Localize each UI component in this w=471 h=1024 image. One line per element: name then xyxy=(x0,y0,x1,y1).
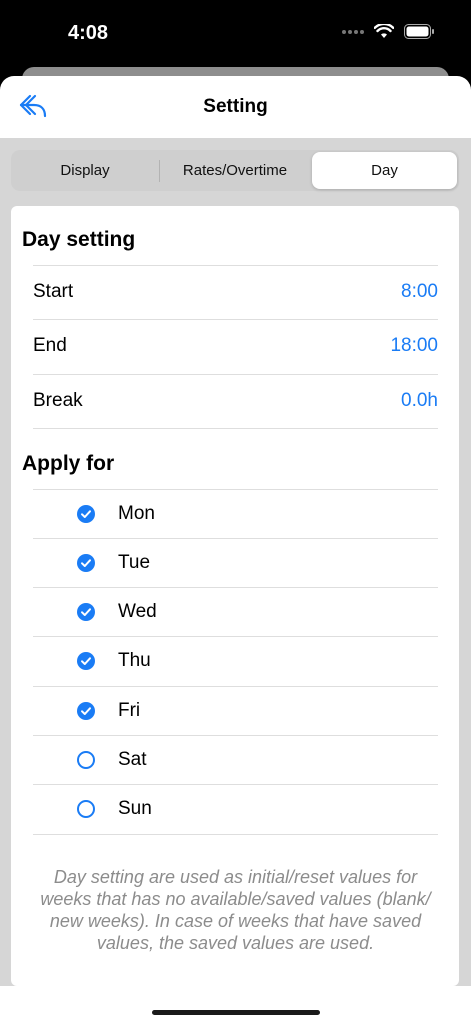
day-label: Thu xyxy=(118,650,151,671)
cellular-signal-icon xyxy=(342,29,364,34)
end-label: End xyxy=(33,335,67,356)
apply-for-title: Apply for xyxy=(22,452,115,475)
tab-day[interactable]: Day xyxy=(312,152,457,189)
tab-rates-overtime[interactable]: Rates/Overtime xyxy=(161,152,309,189)
break-value[interactable]: 0.0h xyxy=(401,390,438,412)
status-bar: 4:08 xyxy=(0,0,471,62)
day-label: Wed xyxy=(118,601,157,622)
start-row[interactable]: Start 8:00 xyxy=(33,265,438,320)
tab-display[interactable]: Display xyxy=(13,152,157,189)
footer-note: Day setting are used as initial/reset va… xyxy=(40,867,431,953)
divider xyxy=(33,428,438,429)
day-label: Sun xyxy=(118,798,152,819)
segment-divider xyxy=(159,160,160,182)
day-setting-title: Day setting xyxy=(22,228,136,251)
day-row-mon[interactable]: Mon xyxy=(33,489,438,539)
day-row-tue[interactable]: Tue xyxy=(33,538,438,588)
day-row-thu[interactable]: Thu xyxy=(33,636,438,686)
day-label: Fri xyxy=(118,700,141,721)
day-row-sun[interactable]: Sun xyxy=(33,784,438,835)
checkmark-icon[interactable] xyxy=(77,505,95,523)
day-label: Mon xyxy=(118,503,155,524)
start-label: Start xyxy=(33,281,74,302)
settings-sheet: Setting Display Rates/Overtime Day Day s… xyxy=(0,76,471,1024)
end-row[interactable]: End 18:00 xyxy=(33,319,438,374)
status-time: 4:08 xyxy=(68,22,109,44)
content-area: Display Rates/Overtime Day Day setting S… xyxy=(0,138,471,986)
end-value[interactable]: 18:00 xyxy=(390,335,438,357)
empty-circle-icon[interactable] xyxy=(77,751,95,769)
checkmark-icon[interactable] xyxy=(77,603,95,621)
day-label: Sat xyxy=(118,749,147,770)
checkmark-icon[interactable] xyxy=(77,652,95,670)
break-label: Break xyxy=(33,390,83,411)
status-icons xyxy=(342,24,435,39)
start-value[interactable]: 8:00 xyxy=(401,281,438,303)
page-title: Setting xyxy=(203,96,268,117)
day-row-sat[interactable]: Sat xyxy=(33,735,438,785)
nav-bar: Setting xyxy=(0,76,471,138)
day-row-wed[interactable]: Wed xyxy=(33,587,438,637)
day-row-fri[interactable]: Fri xyxy=(33,686,438,736)
battery-icon xyxy=(404,24,434,39)
wifi-icon xyxy=(374,24,394,38)
home-indicator[interactable] xyxy=(152,1010,320,1015)
segmented-control: Display Rates/Overtime Day xyxy=(11,150,459,191)
checkmark-icon[interactable] xyxy=(77,554,95,572)
day-label: Tue xyxy=(118,552,151,573)
checkmark-icon[interactable] xyxy=(77,702,95,720)
day-settings-panel: Day setting Start 8:00 End 18:00 Break 0… xyxy=(11,206,459,986)
empty-circle-icon[interactable] xyxy=(77,800,95,818)
break-row[interactable]: Break 0.0h xyxy=(33,374,438,429)
